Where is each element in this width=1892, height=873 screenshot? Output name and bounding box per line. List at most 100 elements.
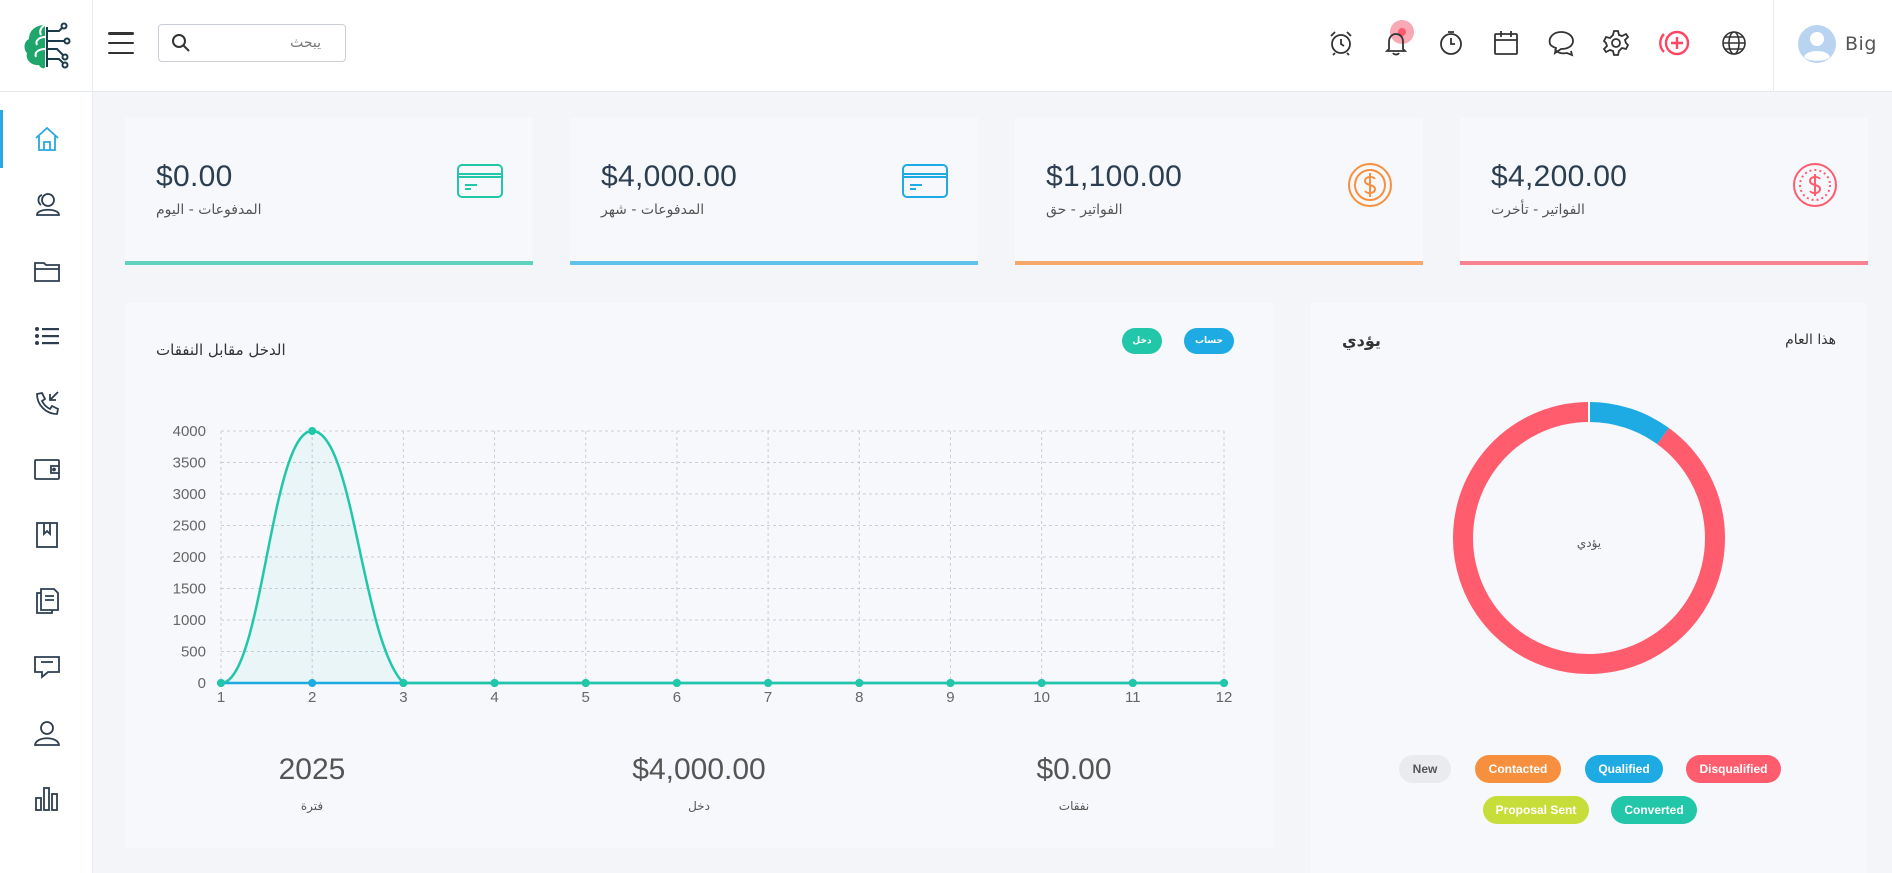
stat-income-label: دخل <box>688 799 710 813</box>
donut-center-label: يؤدي <box>1576 536 1602 550</box>
wallet-icon <box>33 459 60 480</box>
data-point[interactable] <box>764 679 773 687</box>
stat-card-invoices-overdue[interactable]: $4,200.00 الفواتير - تأخرت <box>1460 118 1868 265</box>
sidebar-item-documents[interactable] <box>0 576 93 626</box>
timer-icon[interactable] <box>1434 26 1468 60</box>
sidebar-item-wallet[interactable] <box>0 444 93 494</box>
data-point[interactable] <box>1220 679 1228 687</box>
y-tick-label: 3000 <box>173 486 206 503</box>
data-point[interactable] <box>1128 679 1137 687</box>
data-point[interactable] <box>490 679 499 687</box>
stat-card-payments-month[interactable]: $4,000.00 المدفوعات - شهر <box>570 118 978 265</box>
x-tick-label: 2 <box>308 689 316 706</box>
stat-value: $4,000.00 <box>601 160 738 193</box>
stat-period: 2025 فترة <box>192 753 432 813</box>
panel-title: يؤدي <box>1342 331 1381 350</box>
y-tick-label: 500 <box>181 644 206 661</box>
stat-period-value: 2025 <box>278 753 346 786</box>
bell-icon[interactable] <box>1379 26 1413 60</box>
data-point[interactable] <box>217 679 225 687</box>
stat-value: $4,200.00 <box>1491 160 1628 193</box>
search-box[interactable] <box>158 24 346 62</box>
stat-value: $0.00 <box>156 160 233 193</box>
sidebar-item-calls[interactable] <box>0 378 93 428</box>
bar-chart-icon <box>34 787 58 811</box>
x-tick-label: 9 <box>946 689 954 706</box>
sidebar-item-knowledge[interactable] <box>0 510 93 560</box>
data-point[interactable] <box>1037 679 1046 687</box>
x-tick-label: 10 <box>1033 689 1050 706</box>
stat-expenses: $0.00 نفقات <box>954 753 1194 813</box>
data-point[interactable] <box>672 679 681 687</box>
dollar-coin-icon <box>1792 162 1838 212</box>
stat-card-invoices-due[interactable]: $1,100.00 الفواتير - حق <box>1015 118 1423 265</box>
sidebar-item-projects[interactable] <box>0 246 93 296</box>
chat-icon[interactable] <box>1544 26 1578 60</box>
sidebar-item-reports[interactable] <box>0 774 93 824</box>
folder-icon <box>33 262 60 282</box>
data-point[interactable] <box>308 427 317 435</box>
stat-label: المدفوعات - شهر <box>601 202 705 218</box>
legend-new[interactable]: New <box>1399 755 1451 783</box>
sidebar-item-home[interactable] <box>0 110 93 168</box>
stat-value: $1,100.00 <box>1046 160 1183 193</box>
income-line-chart: 050010001500200025003000350040001 2 3 4 5 6 7 8… <box>173 423 1233 706</box>
stat-expenses-value: $0.00 <box>1036 753 1112 786</box>
user-icon <box>33 721 60 746</box>
sidebar-item-messages[interactable] <box>0 642 93 692</box>
calendar-icon[interactable] <box>1489 26 1523 60</box>
legend-converted[interactable]: Converted <box>1611 796 1697 824</box>
brain-logo-icon <box>24 22 71 69</box>
donut-slice[interactable] <box>1588 402 1669 445</box>
y-tick-label: 4000 <box>173 423 206 440</box>
x-tick-label: 5 <box>582 689 590 706</box>
y-tick-label: 2000 <box>173 549 206 566</box>
globe-icon[interactable] <box>1717 26 1751 60</box>
top-header: Big <box>0 0 1892 92</box>
data-point[interactable] <box>308 679 317 687</box>
search-input[interactable] <box>201 35 321 51</box>
data-point[interactable] <box>946 679 955 687</box>
documents-icon <box>35 588 59 614</box>
x-tick-label: 8 <box>855 689 863 706</box>
period-selector[interactable]: هذا العام <box>1785 332 1836 348</box>
y-tick-label: 0 <box>198 675 206 692</box>
y-tick-label: 3500 <box>173 455 206 472</box>
sidebar-item-tasks[interactable] <box>0 311 93 361</box>
legend-disqualified[interactable]: Disqualified <box>1686 755 1781 783</box>
sidebar-item-users[interactable] <box>0 708 93 758</box>
header-divider <box>1773 0 1774 92</box>
home-icon <box>34 126 59 151</box>
stat-income: $4,000.00 دخل <box>579 753 819 813</box>
phone-incoming-icon <box>35 391 59 415</box>
legend-qualified[interactable]: Qualified <box>1585 755 1663 783</box>
menu-toggle-button[interactable] <box>108 30 134 56</box>
sidebar-item-contacts[interactable] <box>0 179 93 229</box>
stat-card-payments-today[interactable]: $0.00 المدفوعات - اليوم <box>125 118 533 265</box>
data-point[interactable] <box>581 679 590 687</box>
avatar <box>1798 25 1836 63</box>
user-menu[interactable]: Big <box>1797 24 1877 64</box>
book-icon <box>35 522 58 548</box>
data-point[interactable] <box>855 679 864 687</box>
dollar-coin-icon <box>1347 162 1393 212</box>
add-circle-icon[interactable] <box>1657 26 1693 60</box>
legend-proposal-sent[interactable]: Proposal Sent <box>1483 796 1589 824</box>
contacts-icon <box>35 193 60 216</box>
stat-income-value: $4,000.00 <box>632 753 766 786</box>
data-point[interactable] <box>399 679 408 687</box>
gear-icon[interactable] <box>1599 26 1633 60</box>
income-expenses-panel: الدخل مقابل النفقات حساب دخل 0 500 1000 150… <box>125 303 1274 848</box>
legend-contacted[interactable]: Contacted <box>1475 755 1561 783</box>
stat-period-label: فترة <box>300 799 324 813</box>
x-tick-label: 7 <box>764 689 772 706</box>
app-logo[interactable] <box>0 0 93 92</box>
y-tick-label: 1500 <box>173 581 206 598</box>
alarm-clock-icon[interactable] <box>1324 26 1358 60</box>
y-tick-label: 1000 <box>173 612 206 629</box>
x-tick-label: 3 <box>399 689 407 706</box>
x-tick-label: 12 <box>1216 689 1233 706</box>
x-tick-label: 4 <box>490 689 498 706</box>
sidebar <box>0 92 93 873</box>
stat-label: الفواتير - حق <box>1046 202 1123 218</box>
